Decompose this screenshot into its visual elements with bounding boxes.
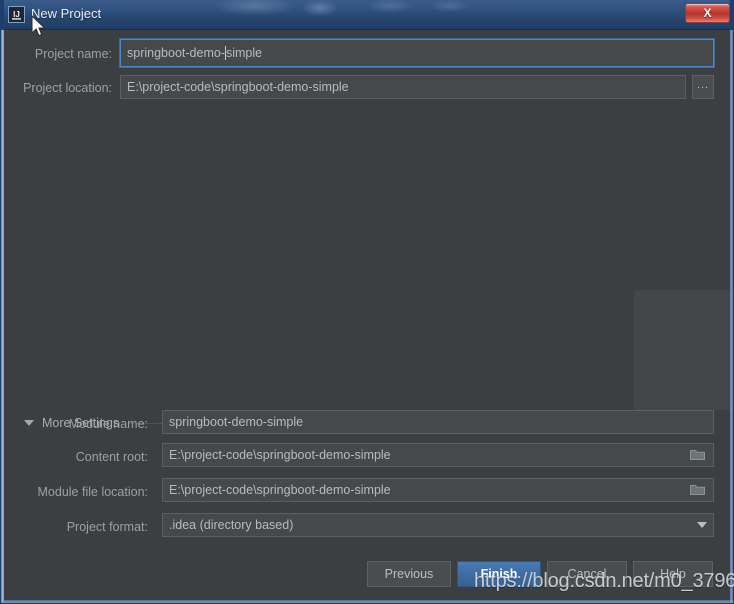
ellipsis-icon: ... xyxy=(696,79,710,91)
project-name-label: Project name: xyxy=(34,47,112,61)
project-location-input[interactable]: E:\project-code\springboot-demo-simple xyxy=(120,75,686,99)
module-file-location-input[interactable]: E:\project-code\springboot-demo-simple xyxy=(162,478,714,502)
module-file-location-value: E:\project-code\springboot-demo-simple xyxy=(169,483,391,497)
content-root-value: E:\project-code\springboot-demo-simple xyxy=(169,448,391,462)
dialog-body: Project name: springboot-demo-simple Pro… xyxy=(4,30,730,600)
content-root-input[interactable]: E:\project-code\springboot-demo-simple xyxy=(162,443,714,467)
decorative-panel xyxy=(634,290,730,410)
project-name-input[interactable]: springboot-demo-simple xyxy=(120,39,714,67)
project-name-value: springboot-demo- xyxy=(127,46,225,60)
module-name-value: springboot-demo-simple xyxy=(169,415,304,429)
previous-button[interactable]: Previous xyxy=(367,561,451,587)
window-frame-bottom-edge xyxy=(1,600,733,603)
content-root-label: Content root: xyxy=(75,450,148,464)
project-name-value-tail: simple xyxy=(225,46,263,60)
chevron-down-icon xyxy=(697,522,707,528)
window-frame-right-edge xyxy=(730,30,733,602)
project-location-label: Project location: xyxy=(23,81,112,95)
project-format-select[interactable]: .idea (directory based) xyxy=(162,513,714,537)
help-button[interactable]: Help xyxy=(633,561,713,587)
module-file-location-label: Module file location: xyxy=(37,485,148,499)
project-location-browse-button[interactable]: ... xyxy=(692,75,714,99)
finish-button[interactable]: Finish xyxy=(457,561,541,587)
new-project-dialog-window: IJ New Project X Project name: springboo… xyxy=(0,0,734,604)
module-name-input[interactable]: springboot-demo-simple xyxy=(162,410,714,434)
module-file-location-folder-icon[interactable] xyxy=(690,483,705,496)
content-root-folder-icon[interactable] xyxy=(690,448,705,461)
project-location-value: E:\project-code\springboot-demo-simple xyxy=(127,80,349,94)
cancel-button[interactable]: Cancel xyxy=(547,561,627,587)
project-format-label: Project format: xyxy=(66,520,148,534)
project-format-value: .idea (directory based) xyxy=(169,518,294,532)
module-name-label: Module name: xyxy=(68,417,148,431)
